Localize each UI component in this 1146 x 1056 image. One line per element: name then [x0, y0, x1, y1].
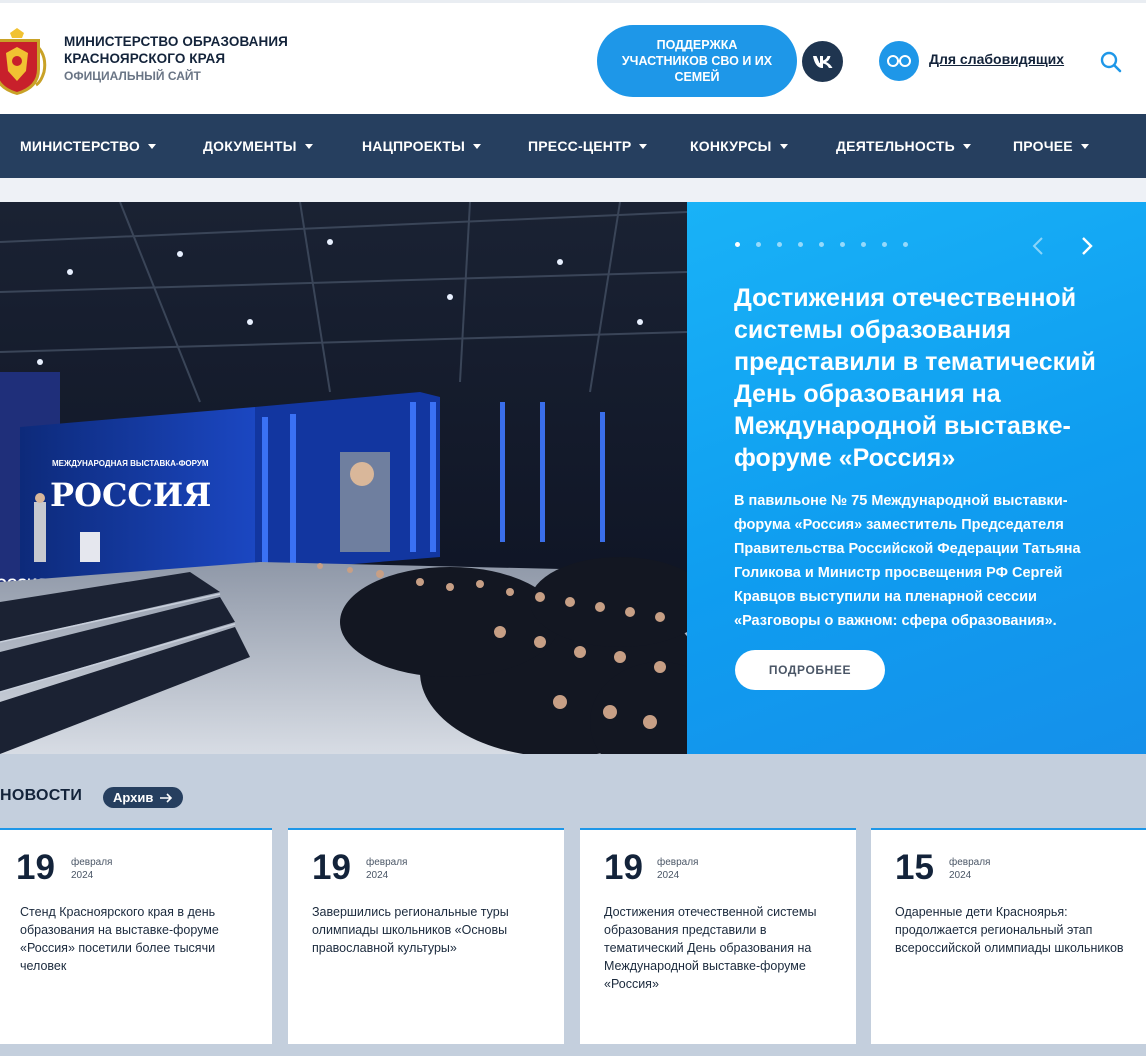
- news-month-year: февраля 2024: [949, 856, 990, 882]
- coat-of-arms-logo[interactable]: [0, 27, 50, 97]
- news-month: февраля: [366, 857, 408, 868]
- news-card[interactable]: 19 февраля 2024 Достижения отечественной …: [580, 828, 856, 1044]
- slider-dot[interactable]: [861, 242, 866, 247]
- news-month-year: февраля 2024: [657, 856, 698, 882]
- main-nav: МИНИСТЕРСТВО ДОКУМЕНТЫ НАЦПРОЕКТЫ ПРЕСС-…: [0, 114, 1146, 178]
- news-slider: МЕЖДУНАРОДНАЯ ВЫСТАВКА-ФОРУМ РОССИЯ ОССИ…: [0, 202, 1146, 754]
- nav-item-natsprojects[interactable]: НАЦПРОЕКТЫ: [362, 114, 482, 178]
- nav-item-activity[interactable]: ДЕЯТЕЛЬНОСТЬ: [836, 114, 971, 178]
- caret-down-icon: [473, 143, 482, 149]
- glasses-icon[interactable]: [879, 41, 919, 81]
- slider-dots: [735, 242, 924, 247]
- slide-title[interactable]: Достижения отечественной системы образов…: [734, 282, 1106, 474]
- next-arrow-icon[interactable]: [1077, 236, 1097, 256]
- nav-item-documents[interactable]: ДОКУМЕНТЫ: [203, 114, 313, 178]
- slider-dot[interactable]: [882, 242, 887, 247]
- nav-item-label: КОНКУРСЫ: [690, 138, 772, 154]
- nav-item-contests[interactable]: КОНКУРСЫ: [690, 114, 788, 178]
- brand-title-line2: КРАСНОЯРСКОГО КРАЯ: [64, 51, 226, 66]
- nav-item-label: ДОКУМЕНТЫ: [203, 138, 297, 154]
- slide-photo[interactable]: МЕЖДУНАРОДНАЯ ВЫСТАВКА-ФОРУМ РОССИЯ ОССИ…: [0, 202, 687, 754]
- slider-dot[interactable]: [840, 242, 845, 247]
- nav-item-label: ПРОЧЕЕ: [1013, 138, 1073, 154]
- low-vision-link[interactable]: Для слабовидящих: [929, 51, 1064, 67]
- nav-item-label: НАЦПРОЕКТЫ: [362, 138, 466, 154]
- slide-content-panel: Достижения отечественной системы образов…: [687, 202, 1146, 754]
- arrow-right-icon: [160, 792, 173, 803]
- news-month: февраля: [949, 857, 991, 868]
- slide-text: В павильоне № 75 Международной выставки-…: [734, 493, 1081, 629]
- brand-block[interactable]: МИНИСТЕРСТВО ОБРАЗОВАНИЯ КРАСНОЯРСКОГО К…: [64, 33, 288, 84]
- news-day: 19: [312, 848, 351, 887]
- slider-dot[interactable]: [735, 242, 740, 247]
- news-month-year: февраля 2024: [71, 856, 112, 882]
- news-text[interactable]: Завершились региональные туры олимпиады …: [312, 903, 542, 957]
- news-text[interactable]: Стенд Красноярского края в день образова…: [20, 903, 250, 975]
- vk-icon[interactable]: [802, 41, 843, 82]
- search-icon[interactable]: [1098, 49, 1124, 75]
- news-card[interactable]: 19 февраля 2024 Стенд Красноярского края …: [0, 828, 272, 1044]
- slider-dot[interactable]: [756, 242, 761, 247]
- news-text[interactable]: Достижения отечественной системы образов…: [604, 903, 834, 993]
- news-heading: НОВОСТИ: [0, 787, 83, 804]
- brand-title-line1: МИНИСТЕРСТВО ОБРАЗОВАНИЯ: [64, 34, 288, 49]
- caret-down-icon: [639, 143, 648, 149]
- nav-item-label: ПРЕСС-ЦЕНТР: [528, 138, 632, 154]
- news-year: 2024: [366, 870, 389, 881]
- slider-dot[interactable]: [798, 242, 803, 247]
- caret-down-icon: [779, 143, 788, 149]
- photo-caption-line1: МЕЖДУНАРОДНАЯ ВЫСТАВКА-ФОРУМ: [52, 459, 209, 468]
- slider-dot[interactable]: [777, 242, 782, 247]
- news-month-year: февраля 2024: [366, 856, 407, 882]
- site-header: МИНИСТЕРСТВО ОБРАЗОВАНИЯ КРАСНОЯРСКОГО К…: [0, 0, 1146, 114]
- news-day: 15: [895, 848, 934, 887]
- news-card[interactable]: 15 февраля 2024 Одаренные дети Красноярья…: [871, 828, 1146, 1044]
- nav-item-press-center[interactable]: ПРЕСС-ЦЕНТР: [528, 114, 648, 178]
- archive-button[interactable]: Архив: [103, 787, 184, 808]
- caret-down-icon: [1080, 143, 1089, 149]
- news-year: 2024: [949, 870, 972, 881]
- news-day: 19: [604, 848, 643, 887]
- nav-item-label: ДЕЯТЕЛЬНОСТЬ: [836, 138, 955, 154]
- news-day: 19: [16, 848, 55, 887]
- archive-button-label: Архив: [113, 790, 154, 805]
- news-month: февраля: [71, 857, 113, 868]
- nav-item-ministry[interactable]: МИНИСТЕРСТВО: [20, 114, 156, 178]
- nav-item-label: МИНИСТЕРСТВО: [20, 138, 140, 154]
- photo-caption-line2: РОССИЯ: [50, 476, 211, 514]
- news-month: февраля: [657, 857, 699, 868]
- prev-arrow-icon[interactable]: [1029, 236, 1049, 256]
- caret-down-icon: [304, 143, 313, 149]
- news-year: 2024: [71, 870, 94, 881]
- caret-down-icon: [147, 143, 156, 149]
- news-card[interactable]: 19 февраля 2024 Завершились региональные …: [288, 828, 564, 1044]
- svo-support-button[interactable]: ПОДДЕРЖКА УЧАСТНИКОВ СВО И ИХ СЕМЕЙ: [597, 25, 797, 97]
- brand-subtitle: ОФИЦИАЛЬНЫЙ САЙТ: [64, 69, 201, 83]
- slider-dot[interactable]: [903, 242, 908, 247]
- news-text[interactable]: Одаренные дети Красноярья: продолжается …: [895, 903, 1125, 957]
- more-button[interactable]: ПОДРОБНЕЕ: [735, 650, 885, 690]
- nav-item-other[interactable]: ПРОЧЕЕ: [1013, 114, 1089, 178]
- caret-down-icon: [962, 143, 971, 149]
- slider-dot[interactable]: [819, 242, 824, 247]
- news-year: 2024: [657, 870, 680, 881]
